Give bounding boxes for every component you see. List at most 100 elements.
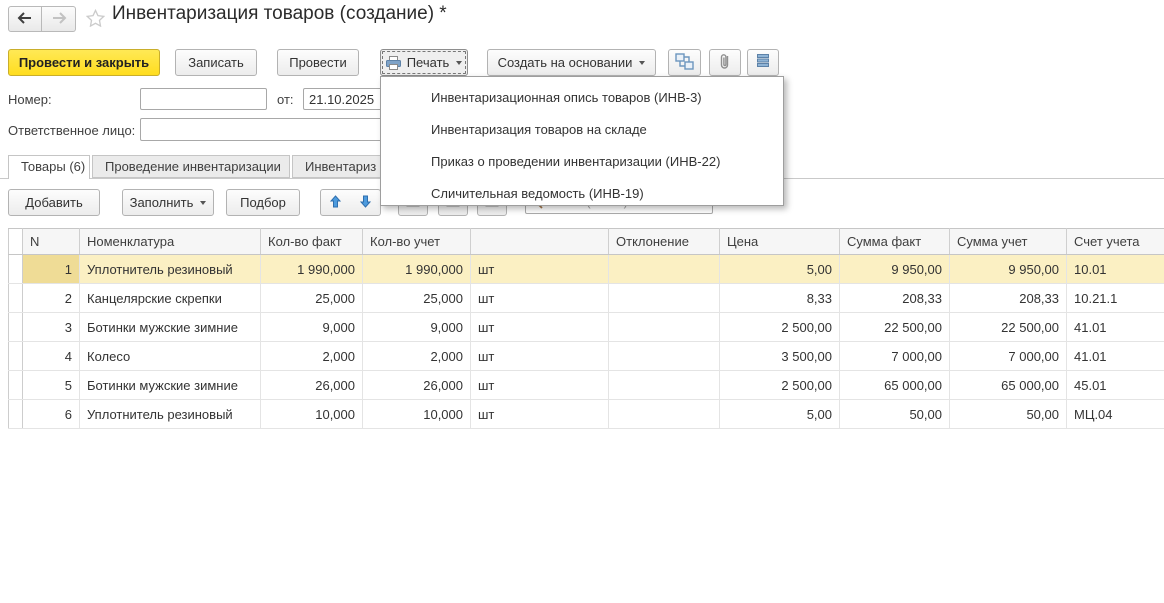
cell-account[interactable]: 45.01 [1067, 371, 1164, 400]
cell-n[interactable]: 1 [23, 255, 80, 284]
favorite-star-icon[interactable] [86, 9, 105, 30]
cell-qty-fact[interactable]: 2,000 [261, 342, 363, 371]
cell-qty-acc[interactable]: 10,000 [363, 400, 471, 429]
cell-sum-fact[interactable]: 22 500,00 [840, 313, 950, 342]
move-row-down-button[interactable] [350, 189, 381, 216]
cell-sum-fact[interactable]: 208,33 [840, 284, 950, 313]
cell-unit[interactable]: шт [471, 313, 609, 342]
forward-button[interactable] [42, 6, 76, 32]
cell-n[interactable]: 6 [23, 400, 80, 429]
tab-inventory-execution[interactable]: Проведение инвентаризации [92, 155, 290, 178]
cell-qty-fact[interactable]: 10,000 [261, 400, 363, 429]
cell-unit[interactable]: шт [471, 342, 609, 371]
cell-account[interactable]: 10.01 [1067, 255, 1164, 284]
cell-sum-acc[interactable]: 208,33 [950, 284, 1067, 313]
column-header-qty-fact[interactable]: Кол-во факт [261, 229, 363, 255]
cell-price[interactable]: 3 500,00 [720, 342, 840, 371]
history-nav [8, 6, 76, 32]
print-menu-button[interactable]: Печать [380, 49, 468, 76]
cell-n[interactable]: 4 [23, 342, 80, 371]
cell-price[interactable]: 2 500,00 [720, 371, 840, 400]
cell-qty-fact[interactable]: 9,000 [261, 313, 363, 342]
cell-account[interactable]: 41.01 [1067, 313, 1164, 342]
column-header-sum-fact[interactable]: Сумма факт [840, 229, 950, 255]
save-button[interactable]: Записать [175, 49, 257, 76]
cell-price[interactable]: 5,00 [720, 255, 840, 284]
register-records-button[interactable] [747, 49, 779, 76]
cell-account[interactable]: МЦ.04 [1067, 400, 1164, 429]
cell-qty-fact[interactable]: 26,000 [261, 371, 363, 400]
pick-button[interactable]: Подбор [226, 189, 300, 216]
column-header-unit[interactable] [471, 229, 609, 255]
menu-item-inv19[interactable]: Сличительная ведомость (ИНВ-19) [381, 178, 783, 210]
cell-nomenclature[interactable]: Уплотнитель резиновый [80, 400, 261, 429]
cell-account[interactable]: 10.21.1 [1067, 284, 1164, 313]
cell-nomenclature[interactable]: Колесо [80, 342, 261, 371]
cell-n[interactable]: 5 [23, 371, 80, 400]
table-row[interactable]: 6 Уплотнитель резиновый 10,000 10,000 шт… [9, 400, 1164, 429]
column-header-deviation[interactable]: Отклонение [609, 229, 720, 255]
cell-sum-acc[interactable]: 22 500,00 [950, 313, 1067, 342]
cell-nomenclature[interactable]: Ботинки мужские зимние [80, 371, 261, 400]
cell-sum-acc[interactable]: 65 000,00 [950, 371, 1067, 400]
cell-sum-acc[interactable]: 7 000,00 [950, 342, 1067, 371]
cell-price[interactable]: 2 500,00 [720, 313, 840, 342]
cell-deviation[interactable] [609, 371, 720, 400]
cell-unit[interactable]: шт [471, 284, 609, 313]
cell-nomenclature[interactable]: Уплотнитель резиновый [80, 255, 261, 284]
cell-price[interactable]: 5,00 [720, 400, 840, 429]
post-and-close-button[interactable]: Провести и закрыть [8, 49, 160, 76]
table-row[interactable]: 3 Ботинки мужские зимние 9,000 9,000 шт … [9, 313, 1164, 342]
cell-unit[interactable]: шт [471, 400, 609, 429]
cell-n[interactable]: 3 [23, 313, 80, 342]
cell-qty-acc[interactable]: 2,000 [363, 342, 471, 371]
cell-qty-acc[interactable]: 9,000 [363, 313, 471, 342]
add-row-button[interactable]: Добавить [8, 189, 100, 216]
cell-qty-acc[interactable]: 1 990,000 [363, 255, 471, 284]
cell-sum-fact[interactable]: 65 000,00 [840, 371, 950, 400]
column-header-qty-acc[interactable]: Кол-во учет [363, 229, 471, 255]
cell-nomenclature[interactable]: Ботинки мужские зимние [80, 313, 261, 342]
post-button[interactable]: Провести [277, 49, 359, 76]
column-header-price[interactable]: Цена [720, 229, 840, 255]
table-row[interactable]: 4 Колесо 2,000 2,000 шт 3 500,00 7 000,0… [9, 342, 1164, 371]
cell-nomenclature[interactable]: Канцелярские скрепки [80, 284, 261, 313]
cell-n[interactable]: 2 [23, 284, 80, 313]
related-documents-button[interactable] [668, 49, 701, 76]
back-button[interactable] [8, 6, 42, 32]
cell-unit[interactable]: шт [471, 371, 609, 400]
column-header-sum-acc[interactable]: Сумма учет [950, 229, 1067, 255]
number-input[interactable] [140, 88, 267, 110]
cell-sum-acc[interactable]: 9 950,00 [950, 255, 1067, 284]
cell-account[interactable]: 41.01 [1067, 342, 1164, 371]
cell-qty-fact[interactable]: 1 990,000 [261, 255, 363, 284]
cell-deviation[interactable] [609, 313, 720, 342]
cell-qty-acc[interactable]: 26,000 [363, 371, 471, 400]
cell-sum-fact[interactable]: 50,00 [840, 400, 950, 429]
attachments-button[interactable] [709, 49, 741, 76]
cell-deviation[interactable] [609, 400, 720, 429]
move-row-up-button[interactable] [320, 189, 351, 216]
cell-price[interactable]: 8,33 [720, 284, 840, 313]
menu-item-warehouse-inventory[interactable]: Инвентаризация товаров на складе [381, 114, 783, 146]
table-row[interactable]: 1 Уплотнитель резиновый 1 990,000 1 990,… [9, 255, 1164, 284]
cell-sum-fact[interactable]: 7 000,00 [840, 342, 950, 371]
column-header-account[interactable]: Счет учета [1067, 229, 1164, 255]
cell-sum-acc[interactable]: 50,00 [950, 400, 1067, 429]
table-row[interactable]: 2 Канцелярские скрепки 25,000 25,000 шт … [9, 284, 1164, 313]
cell-unit[interactable]: шт [471, 255, 609, 284]
cell-qty-acc[interactable]: 25,000 [363, 284, 471, 313]
column-header-nomenclature[interactable]: Номенклатура [80, 229, 261, 255]
cell-deviation[interactable] [609, 342, 720, 371]
cell-sum-fact[interactable]: 9 950,00 [840, 255, 950, 284]
column-header-n[interactable]: N [23, 229, 80, 255]
create-based-on-button[interactable]: Создать на основании [487, 49, 656, 76]
menu-item-inv22[interactable]: Приказ о проведении инвентаризации (ИНВ-… [381, 146, 783, 178]
menu-item-inv3[interactable]: Инвентаризационная опись товаров (ИНВ-3) [381, 82, 783, 114]
cell-deviation[interactable] [609, 255, 720, 284]
cell-deviation[interactable] [609, 284, 720, 313]
table-row[interactable]: 5 Ботинки мужские зимние 26,000 26,000 ш… [9, 371, 1164, 400]
tab-goods[interactable]: Товары (6) [8, 155, 90, 179]
fill-menu-button[interactable]: Заполнить [122, 189, 214, 216]
cell-qty-fact[interactable]: 25,000 [261, 284, 363, 313]
